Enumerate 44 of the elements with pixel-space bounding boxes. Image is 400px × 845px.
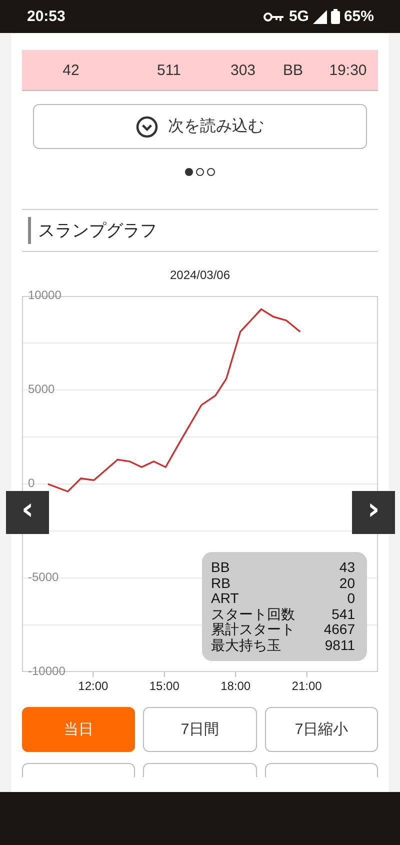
stat-label: RB bbox=[211, 576, 230, 591]
section-title: スランプグラフ bbox=[38, 220, 157, 242]
battery-percent: 65% bbox=[344, 8, 374, 25]
page-dot[interactable] bbox=[185, 168, 193, 176]
range-button[interactable]: 7日縮小 bbox=[265, 707, 378, 752]
x-axis-label: 18:00 bbox=[220, 679, 251, 692]
battery-icon bbox=[330, 9, 340, 24]
range-button[interactable]: 7日間 bbox=[143, 707, 257, 752]
y-axis-label: 0 bbox=[28, 476, 35, 490]
stat-label: ART bbox=[211, 591, 239, 606]
load-more-button[interactable]: 次を読み込む bbox=[33, 104, 367, 149]
clock-time: 20:53 bbox=[27, 8, 66, 25]
stat-value: 20 bbox=[339, 576, 355, 591]
page-dot[interactable] bbox=[196, 168, 204, 176]
stat-value: 541 bbox=[332, 606, 355, 622]
x-axis-label: 12:00 bbox=[78, 679, 108, 692]
table-cell: 42 bbox=[62, 62, 80, 78]
table-cell: 19:30 bbox=[329, 62, 367, 78]
stat-label: BB bbox=[211, 560, 230, 576]
signal-icon bbox=[312, 10, 327, 24]
stat-value: 0 bbox=[347, 591, 355, 606]
chart-title: 2024/03/06 bbox=[168, 268, 232, 284]
stat-label: 最大持ち玉 bbox=[211, 638, 281, 653]
table-cell: 511 bbox=[157, 62, 181, 78]
chevron-down-icon bbox=[136, 116, 158, 138]
table-cell: 303 bbox=[230, 62, 256, 78]
table-cell: BB bbox=[282, 62, 303, 78]
y-axis-label: 5000 bbox=[28, 382, 55, 396]
x-axis-label: 21:00 bbox=[292, 679, 322, 692]
key-icon bbox=[262, 10, 285, 22]
stat-value: 9811 bbox=[324, 638, 355, 653]
y-axis-label: 10000 bbox=[28, 288, 62, 302]
y-axis-label: -10000 bbox=[28, 664, 66, 678]
stat-value: 43 bbox=[339, 560, 355, 576]
heading-accent-bar bbox=[28, 217, 31, 244]
network-label: 5G bbox=[288, 8, 309, 25]
page-dot[interactable] bbox=[207, 168, 215, 176]
stat-label: スタート回数 bbox=[211, 606, 295, 622]
stat-label: 累計スタート bbox=[211, 622, 295, 638]
previous-button[interactable]: ‹ bbox=[6, 491, 49, 534]
stat-value: 4667 bbox=[324, 622, 355, 638]
y-axis-label: -5000 bbox=[28, 570, 59, 584]
x-axis-label: 15:00 bbox=[149, 679, 180, 692]
next-button[interactable]: › bbox=[352, 491, 395, 534]
